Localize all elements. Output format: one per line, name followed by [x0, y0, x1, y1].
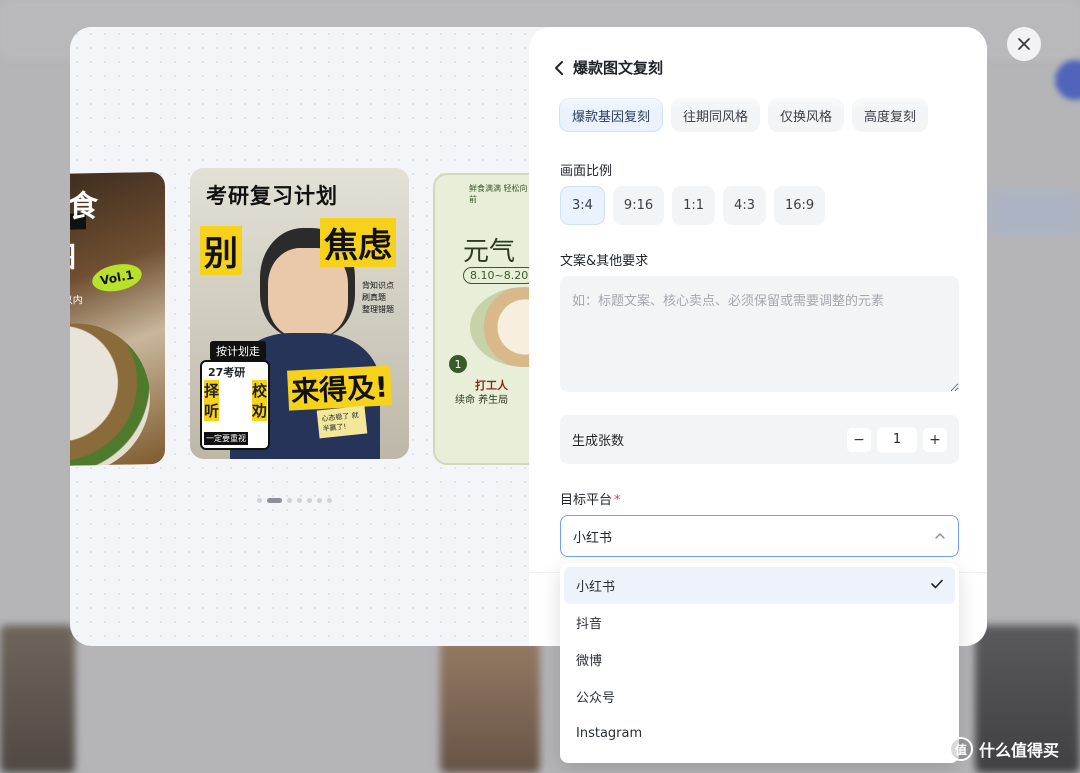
settings-panel: 爆款图文复刻 爆款基因复刻 往期同风格 仅换风格 高度复刻 画面比例 3:4 9… — [529, 27, 987, 646]
platform-option[interactable]: 小红书 — [564, 567, 955, 604]
card-big-text: 焦虑 — [320, 218, 396, 267]
platform-label: 目标平台 * — [560, 489, 621, 508]
card-badge: Vol.1 — [90, 260, 144, 296]
carousel-card-prev[interactable]: 人食 图 Vol.1 的30以内 — [70, 171, 165, 467]
card-title: 元气 — [463, 237, 516, 267]
platform-label-text: 目标平台 — [560, 493, 613, 508]
platform-dropdown: 小红书 抖音 微博 公众号 Instagram — [560, 563, 959, 763]
copy-label: 文案&其他要求 — [560, 254, 649, 269]
replicate-modal: 人食 图 Vol.1 的30以内 考研复习计划 别 焦虑 背知识点 刷真题 整理… — [70, 27, 987, 646]
carousel-dot[interactable] — [287, 498, 292, 503]
watermark-logo-icon: 值 — [949, 737, 973, 761]
card-bottom-text: 来得及! — [287, 365, 392, 411]
card-text: 图 — [70, 240, 77, 274]
card-text: 的30以内 — [70, 295, 83, 308]
inset-text: 一定要重视 — [204, 432, 248, 445]
increment-button[interactable]: + — [923, 427, 947, 452]
ratio-chip[interactable]: 3:4 — [560, 186, 605, 225]
card-tag: 按计划走 — [210, 341, 266, 361]
carousel-dot[interactable] — [307, 498, 312, 503]
inset-text: 择 — [204, 380, 220, 401]
ratio-chip[interactable]: 9:16 — [612, 186, 665, 225]
inset-text: 劝 — [252, 400, 268, 421]
carousel-dot[interactable] — [257, 498, 262, 503]
panel-header: 爆款图文复刻 — [553, 57, 663, 78]
card-big-text: 别 — [200, 226, 242, 275]
option-label: 小红书 — [576, 580, 616, 595]
watermark: 值 什么值得买 — [949, 737, 1059, 761]
inset-text: 校 — [252, 380, 268, 401]
count-stepper: − 1 + — [847, 426, 947, 453]
checklist-item: 整理错题 — [362, 305, 394, 314]
check-icon — [931, 578, 943, 593]
carousel-dot[interactable] — [327, 498, 332, 503]
scroll-fade — [529, 87, 987, 109]
ratio-label: 画面比例 — [560, 164, 613, 179]
card-text: 人食 — [70, 189, 98, 226]
count-row: 生成张数 − 1 + — [560, 415, 959, 464]
count-value[interactable]: 1 — [877, 426, 917, 453]
decrement-button[interactable]: − — [847, 427, 871, 452]
ratio-chip[interactable]: 16:9 — [773, 186, 826, 225]
back-chevron-icon[interactable] — [553, 60, 565, 76]
inset-text: 听 — [204, 400, 220, 421]
platform-option[interactable]: 公众号 — [564, 678, 955, 715]
copy-requirements-textarea[interactable] — [560, 276, 959, 392]
required-mark: * — [614, 493, 621, 508]
option-label: 公众号 — [576, 691, 616, 706]
count-label: 生成张数 — [572, 434, 625, 449]
card-date: 8.10~8.20 — [463, 267, 536, 284]
card-checklist: 背知识点 刷真题 整理错题 — [362, 280, 394, 316]
platform-option[interactable]: 微博 — [564, 641, 955, 678]
chevron-up-icon — [934, 529, 946, 544]
card-text: 鲜食满满 轻松向前 — [469, 184, 528, 204]
card-step: 1 — [449, 355, 467, 373]
checklist-item: 背知识点 — [362, 281, 394, 290]
platform-option[interactable]: Instagram — [564, 715, 955, 752]
carousel-dot-active[interactable] — [267, 498, 282, 503]
platform-option[interactable]: 抖音 — [564, 604, 955, 641]
checklist-item: 刷真题 — [362, 293, 386, 302]
ratio-chip[interactable]: 1:1 — [672, 186, 716, 225]
carousel-pagination — [257, 498, 332, 503]
ratio-chip[interactable]: 4:3 — [723, 186, 766, 225]
carousel-dot[interactable] — [297, 498, 302, 503]
card-sticky: 心态稳了 就半赢了! — [316, 405, 368, 439]
platform-select[interactable]: 小红书 — [560, 515, 959, 557]
inset-text: 27考研 — [208, 366, 246, 379]
card-title: 考研复习计划 — [206, 184, 338, 208]
option-label: 微博 — [576, 654, 603, 669]
close-icon — [1018, 38, 1030, 50]
card-inset: 27考研 择 听 校 劝 一定要重视 — [200, 360, 270, 450]
watermark-text: 什么值得买 — [979, 741, 1060, 760]
carousel-card-active[interactable]: 考研复习计划 别 焦虑 背知识点 刷真题 整理错题 按计划走 27考研 择 听 … — [190, 168, 409, 459]
panel-title: 爆款图文复刻 — [573, 59, 664, 77]
close-button[interactable] — [1007, 27, 1041, 61]
option-label: Instagram — [576, 726, 643, 741]
option-label: 抖音 — [576, 617, 603, 632]
platform-select-value: 小红书 — [573, 530, 613, 546]
preview-carousel: 人食 图 Vol.1 的30以内 考研复习计划 别 焦虑 背知识点 刷真题 整理… — [70, 27, 553, 646]
card-text: 续命 养生局 — [455, 395, 509, 406]
ratio-options: 3:4 9:16 1:1 4:3 16:9 — [560, 186, 826, 225]
carousel-dot[interactable] — [317, 498, 322, 503]
